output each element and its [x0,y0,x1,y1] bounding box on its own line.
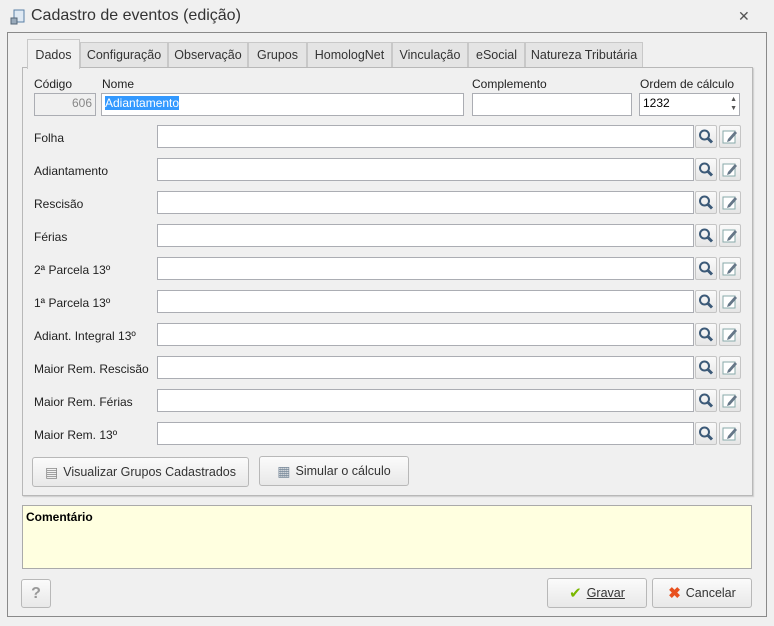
edit-icon [722,394,737,408]
search-icon [699,294,714,309]
row-label: Adiantamento [34,164,109,178]
help-button[interactable]: ? [21,579,51,608]
edit-icon [722,361,737,375]
search-button[interactable] [695,290,717,313]
edit-button[interactable] [719,191,741,214]
search-icon [699,228,714,243]
nome-field[interactable]: Adiantamento [101,93,464,116]
complemento-label: Complemento [472,77,547,91]
search-button[interactable] [695,323,717,346]
complemento-field[interactable] [472,93,632,116]
row-field[interactable] [157,257,694,280]
nome-label: Nome [102,77,135,91]
cancelar-label: Cancelar [685,586,736,600]
nome-value: Adiantamento [105,96,180,110]
cancelar-button[interactable]: ✖ Cancelar [652,578,752,608]
edit-icon [722,163,737,177]
row-field[interactable] [157,323,694,346]
row-label: Rescisão [34,197,84,211]
row-field[interactable] [157,290,694,313]
row-field[interactable] [157,422,694,445]
check-icon: ✔ [569,585,582,602]
search-icon [699,195,714,210]
simular-calculo-button[interactable]: ▦ Simular o cálculo [259,456,409,486]
edit-button[interactable] [719,125,741,148]
edit-button[interactable] [719,422,741,445]
edit-button[interactable] [719,323,741,346]
edit-button[interactable] [719,257,741,280]
tab-configuracao[interactable]: Configuração [80,42,168,68]
comment-area[interactable]: Comentário [22,505,752,569]
visualizar-label: Visualizar Grupos Cadastrados [63,465,236,479]
row-label: Férias [34,230,68,244]
search-button[interactable] [695,191,717,214]
row-label: Maior Rem. 13º [34,428,118,442]
edit-icon [722,196,737,210]
title-bar: Cadastro de eventos (edição) ✕ [0,0,774,34]
edit-button[interactable] [719,356,741,379]
row-field[interactable] [157,125,694,148]
row-label: 2ª Parcela 13º [34,263,111,277]
row-label: Maior Rem. Férias [34,395,133,409]
close-icon[interactable]: ✕ [738,8,750,25]
edit-button[interactable] [719,290,741,313]
search-icon [699,360,714,375]
search-button[interactable] [695,125,717,148]
row-label: Folha [34,131,65,145]
tab-homolognet[interactable]: HomologNet [307,42,392,68]
x-icon: ✖ [668,585,681,602]
ordem-value: 1232 [643,96,670,110]
search-button[interactable] [695,257,717,280]
row-label: Maior Rem. Rescisão [34,362,149,376]
tab-observacao[interactable]: Observação [168,42,248,68]
search-button[interactable] [695,356,717,379]
ordem-label: Ordem de cálculo [640,77,735,91]
row-label: 1ª Parcela 13º [34,296,111,310]
search-icon [699,327,714,342]
row-field[interactable] [157,389,694,412]
ordem-field[interactable]: 1232 ▲ ▼ [639,93,740,116]
search-icon [699,393,714,408]
codigo-label: Código [34,77,73,91]
tab-natureza-tributaria[interactable]: Natureza Tributária [525,42,643,68]
codigo-field: 606 [34,93,96,116]
search-button[interactable] [695,224,717,247]
edit-icon [722,130,737,144]
edit-icon [722,328,737,342]
gravar-button[interactable]: ✔ Gravar [547,578,647,608]
row-field[interactable] [157,158,694,181]
edit-icon [722,295,737,309]
spinner-icon[interactable]: ▲ ▼ [730,95,737,113]
search-icon [699,162,714,177]
search-button[interactable] [695,389,717,412]
app-icon [10,9,25,25]
row-field[interactable] [157,356,694,379]
tab-dados[interactable]: Dados [27,39,80,69]
row-label: Adiant. Integral 13º [34,329,136,343]
search-button[interactable] [695,422,717,445]
window-title: Cadastro de eventos (edição) [31,7,241,24]
row-field[interactable] [157,191,694,214]
tab-vinculacao[interactable]: Vinculação [392,42,468,68]
edit-button[interactable] [719,224,741,247]
edit-icon [722,229,737,243]
search-icon [699,129,714,144]
comment-label: Comentário [26,510,93,524]
calculator-icon: ▦ [277,462,291,479]
document-list-icon: ▤ [44,463,59,480]
search-icon [699,426,714,441]
tab-grupos[interactable]: Grupos [248,42,307,68]
gravar-label: Gravar [586,586,625,600]
search-button[interactable] [695,158,717,181]
edit-icon [722,427,737,441]
search-icon [699,261,714,276]
edit-button[interactable] [719,389,741,412]
edit-button[interactable] [719,158,741,181]
simular-label: Simular o cálculo [295,464,391,478]
visualizar-grupos-button[interactable]: ▤ Visualizar Grupos Cadastrados [32,457,249,487]
edit-icon [722,262,737,276]
tab-esocial[interactable]: eSocial [468,42,525,68]
row-field[interactable] [157,224,694,247]
